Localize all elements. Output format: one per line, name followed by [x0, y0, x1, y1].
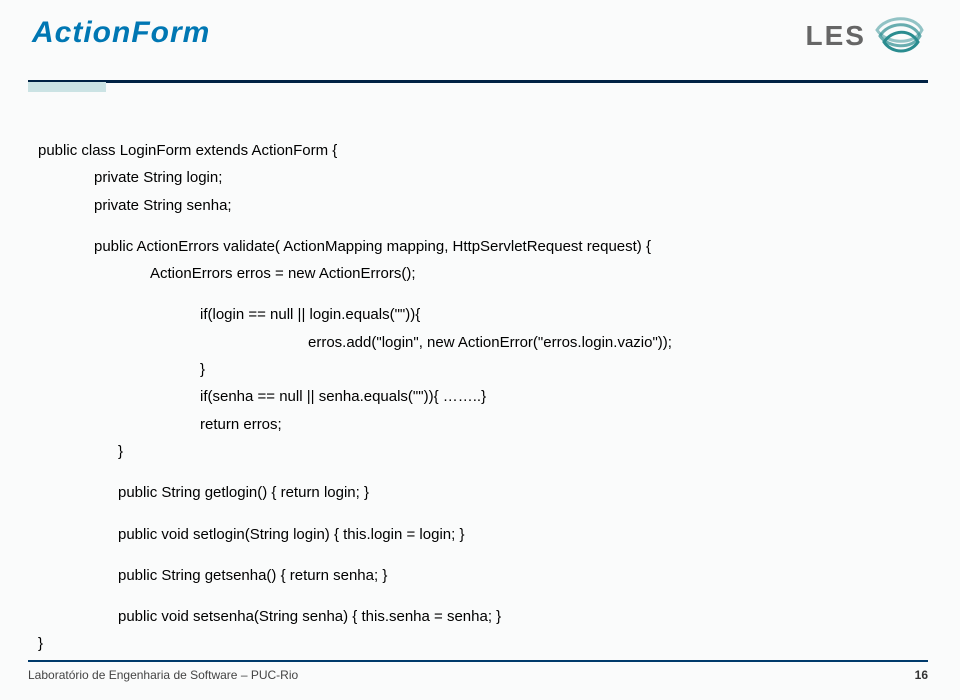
slide-header: ActionForm LES: [0, 0, 960, 92]
code-line: private String senha;: [94, 195, 924, 216]
slide-footer: Laboratório de Engenharia de Software – …: [28, 660, 928, 682]
header-divider: [28, 80, 928, 92]
code-line: public ActionErrors validate( ActionMapp…: [94, 236, 924, 257]
code-line: public String getsenha() { return senha;…: [118, 565, 924, 586]
code-line: }: [200, 359, 924, 380]
slide-title: ActionForm: [32, 16, 928, 50]
code-line: public void setlogin(String login) { thi…: [118, 524, 924, 545]
code-line: if(senha == null || senha.equals("")){ ……: [200, 386, 924, 407]
code-block: public class LoginForm extends ActionFor…: [0, 92, 960, 681]
page-number: 16: [915, 668, 928, 682]
code-line: }: [118, 441, 924, 462]
code-line: return erros;: [200, 414, 924, 435]
code-line: if(login == null || login.equals("")){: [200, 304, 924, 325]
code-line: erros.add("login", new ActionError("erro…: [308, 332, 924, 353]
code-line: public void setsenha(String senha) { thi…: [118, 606, 924, 627]
footer-lab: Laboratório de Engenharia de Software – …: [28, 668, 298, 682]
code-line: }: [38, 633, 924, 654]
code-line: public String getlogin() { return login;…: [118, 482, 924, 503]
logo-text: LES: [806, 20, 866, 52]
logo: LES: [806, 10, 926, 62]
code-line: public class LoginForm extends ActionFor…: [38, 140, 924, 161]
footer-divider: [28, 660, 928, 662]
swirl-icon: [874, 10, 926, 62]
code-line: ActionErrors erros = new ActionErrors();: [150, 263, 924, 284]
code-line: private String login;: [94, 167, 924, 188]
